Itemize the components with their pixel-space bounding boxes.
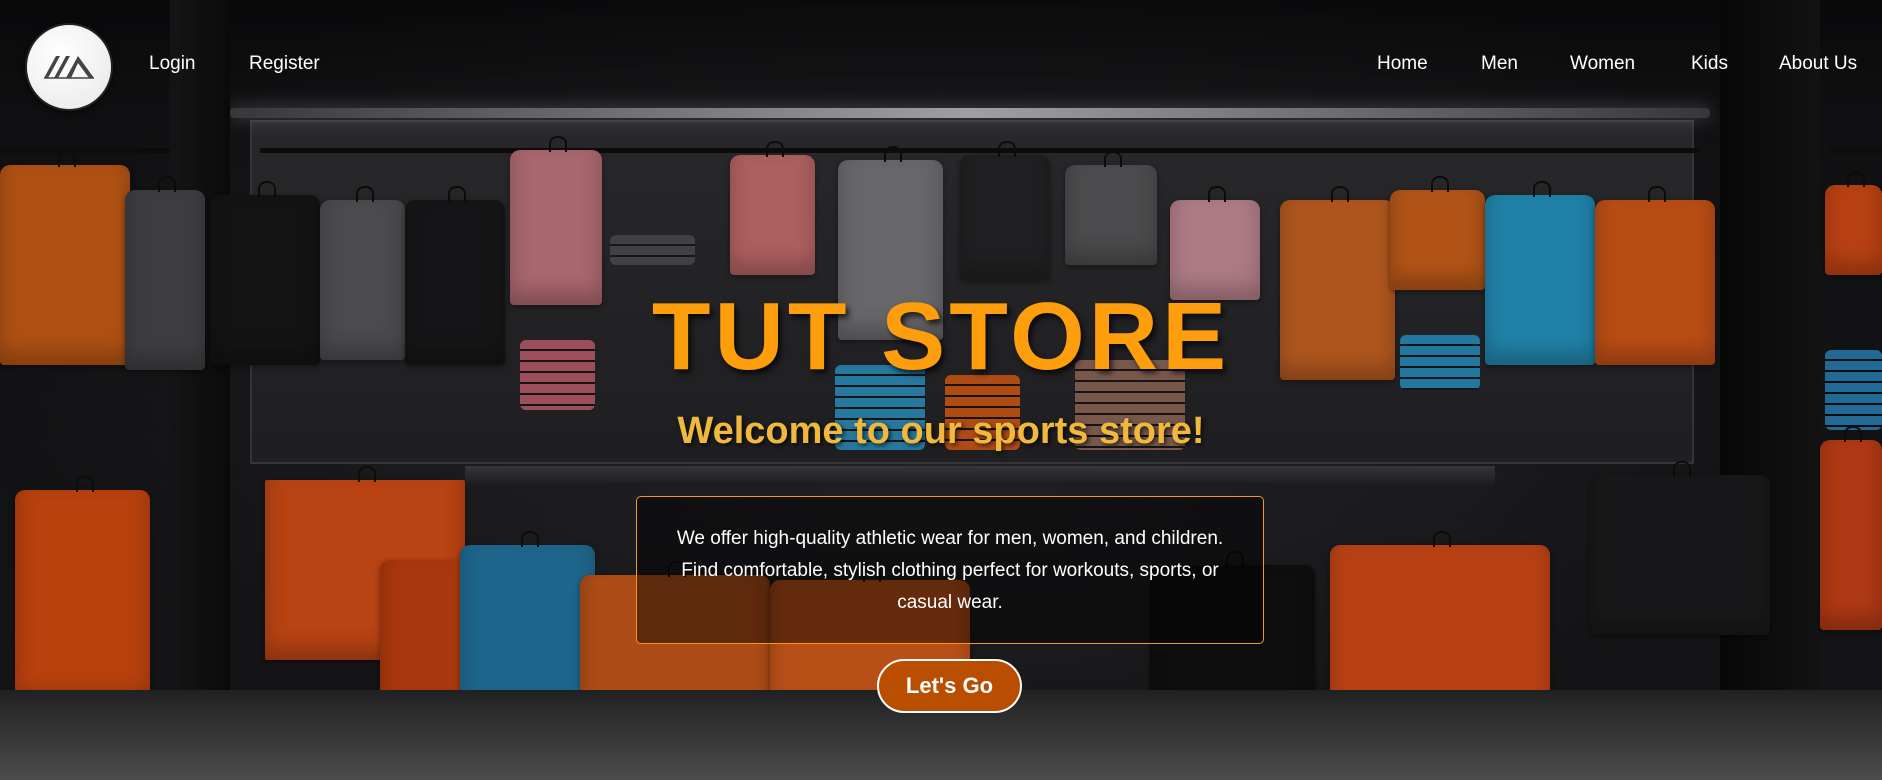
hero-content: TUT STORE Welcome to our sports store! W…: [0, 0, 1882, 780]
hero-section: Login Register Home Men Women Kids About…: [0, 0, 1882, 780]
description-line: Find comfortable, stylish clothing perfe…: [681, 560, 1219, 581]
hero-subtitle: Welcome to our sports store!: [677, 410, 1205, 452]
description-line: casual wear.: [897, 592, 1003, 613]
description-line: We offer high-quality athletic wear for …: [676, 528, 1224, 549]
hero-title: TUT STORE: [651, 283, 1231, 390]
description-box: We offer high-quality athletic wear for …: [636, 496, 1264, 644]
lets-go-button[interactable]: Let's Go: [877, 659, 1022, 713]
